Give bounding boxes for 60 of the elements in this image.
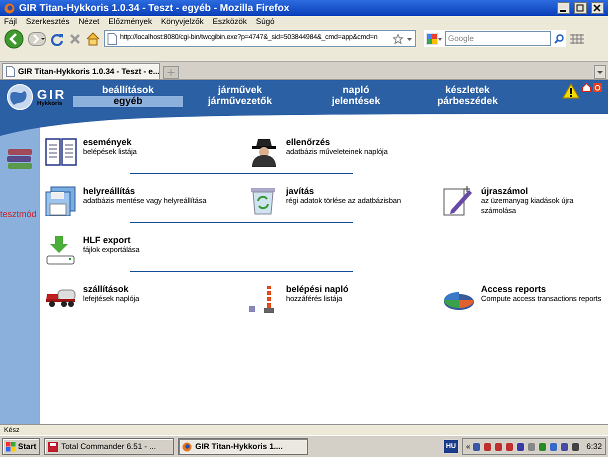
menu-item[interactable]: Szerkesztés [26, 18, 70, 26]
nav-item[interactable]: járművezetők [183, 96, 297, 107]
grid-icon[interactable] [570, 34, 584, 44]
power-icon[interactable] [593, 83, 602, 92]
download-arrow-icon[interactable] [45, 235, 77, 265]
page-icon [107, 32, 117, 44]
windows-logo-icon [6, 442, 16, 452]
nav-item[interactable]: jelentések [297, 96, 415, 107]
nav-item[interactable]: napló [297, 85, 415, 96]
menu-item[interactable]: Nézet [78, 18, 100, 26]
books-icon [6, 148, 34, 170]
reload-icon[interactable] [50, 32, 64, 46]
firefox-icon [182, 442, 192, 452]
search-engine-icon[interactable] [426, 32, 442, 44]
item-title[interactable]: események [83, 137, 137, 147]
menu-item[interactable]: Eszközök [212, 18, 247, 26]
clock: 6:32 [586, 440, 602, 452]
item-title[interactable]: helyreállítás [83, 186, 206, 196]
item-title[interactable]: újraszámol [481, 186, 604, 196]
minimize-icon[interactable] [557, 2, 570, 14]
pen-document-icon[interactable] [443, 186, 475, 216]
search-field[interactable]: Google [445, 31, 551, 46]
nav-item[interactable]: egyéb [73, 96, 183, 107]
item-title[interactable]: ellenőrzés [286, 137, 388, 147]
forward-button[interactable] [28, 32, 46, 46]
nav-item[interactable]: beállítások [73, 85, 183, 96]
close-icon[interactable] [591, 2, 604, 14]
firefox-icon [4, 2, 15, 14]
tab-list-button[interactable] [594, 65, 606, 79]
menu-item[interactable]: Előzmények [108, 18, 152, 26]
taskbar-button[interactable]: Total Commander 6.51 - ... [44, 438, 174, 455]
menu-item[interactable]: Könyvjelzők [160, 18, 204, 26]
start-button[interactable]: Start [2, 438, 40, 455]
search-icon[interactable] [554, 34, 564, 44]
star-icon[interactable] [393, 34, 403, 44]
book-icon[interactable] [45, 137, 77, 167]
browser-tab[interactable]: GIR Titan-Hykkoris 1.0.34 - Teszt - e... [2, 63, 160, 79]
back-button[interactable] [4, 28, 24, 48]
window-title: GIR Titan-Hykkoris 1.0.34 - Teszt - egyéb - Mozilla Firefox [19, 2, 290, 16]
nav-item[interactable]: készletek [415, 85, 520, 96]
warning-icon[interactable] [562, 83, 580, 99]
menu-item[interactable]: Fájl [4, 18, 17, 26]
globe-icon [6, 83, 34, 111]
item-title[interactable]: belépési napló [286, 284, 349, 294]
item-title[interactable]: javítás [286, 186, 401, 196]
floppy-disk-icon[interactable] [45, 186, 77, 216]
nav-item[interactable]: járművek [183, 85, 297, 96]
page-icon [6, 66, 15, 77]
item-title[interactable]: szállítások [83, 284, 140, 294]
home-icon[interactable] [86, 32, 100, 46]
maximize-icon[interactable] [574, 2, 587, 14]
sidebar-label: tesztmód [0, 208, 37, 221]
logo-text: GIR [37, 88, 66, 100]
home-icon[interactable] [582, 83, 591, 92]
chevron-button[interactable]: « [466, 440, 470, 452]
menu-item[interactable]: Súgó [256, 18, 275, 26]
nav-item[interactable]: párbeszédek [415, 96, 520, 107]
item-title[interactable]: Access reports [481, 284, 602, 294]
item-title[interactable]: HLF export [83, 235, 140, 245]
taskbar-button[interactable]: GIR Titan-Hykkoris 1.... [178, 438, 308, 455]
